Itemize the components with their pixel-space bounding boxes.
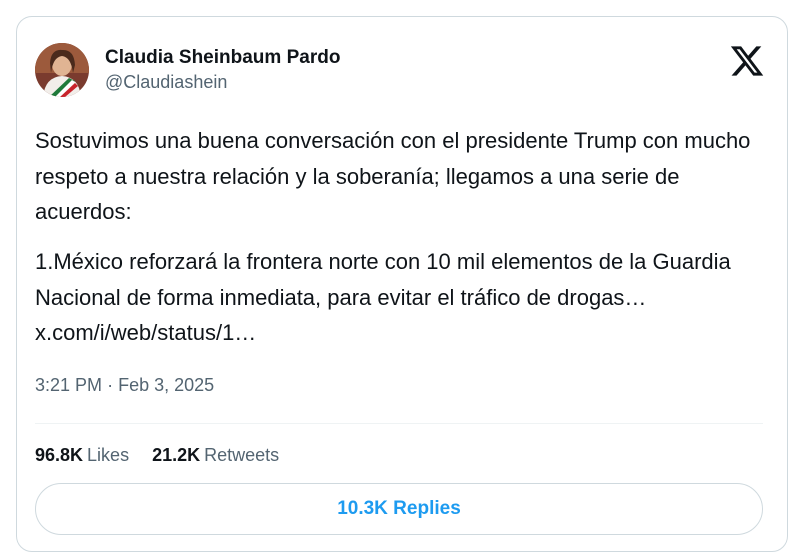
- tweet-stats: 96.8K Likes 21.2K Retweets: [35, 445, 297, 466]
- retweets-label: Retweets: [204, 445, 280, 465]
- tweet-text-paragraph-2: 1.México reforzará la frontera norte con…: [35, 244, 755, 351]
- tweet-text-paragraph-1: Sostuvimos una buena conversación con el…: [35, 128, 751, 224]
- profile-photo-icon: [35, 43, 89, 97]
- retweets-stat[interactable]: 21.2K Retweets: [152, 445, 279, 465]
- replies-button[interactable]: 10.3K Replies: [35, 483, 763, 535]
- timestamp-separator: ·: [107, 375, 114, 395]
- avatar[interactable]: [35, 43, 89, 97]
- likes-stat[interactable]: 96.8K Likes: [35, 445, 129, 465]
- timestamp[interactable]: 3:21 PM · Feb 3, 2025: [35, 375, 214, 396]
- tweet-link[interactable]: x.com/i/web/status/1…: [35, 320, 256, 345]
- x-logo-icon[interactable]: [729, 43, 765, 79]
- author-handle[interactable]: @Claudiashein: [105, 72, 227, 93]
- tweet-text-body: 1.México reforzará la frontera norte con…: [35, 249, 731, 310]
- likes-label: Likes: [87, 445, 130, 465]
- tweet-card: Claudia Sheinbaum Pardo @Claudiashein So…: [16, 16, 788, 552]
- likes-count: 96.8K: [35, 445, 84, 465]
- retweets-count: 21.2K: [152, 445, 201, 465]
- timestamp-time: 3:21 PM: [35, 375, 103, 395]
- timestamp-date: Feb 3, 2025: [118, 375, 215, 395]
- divider: [35, 423, 763, 424]
- author-name[interactable]: Claudia Sheinbaum Pardo: [105, 47, 340, 69]
